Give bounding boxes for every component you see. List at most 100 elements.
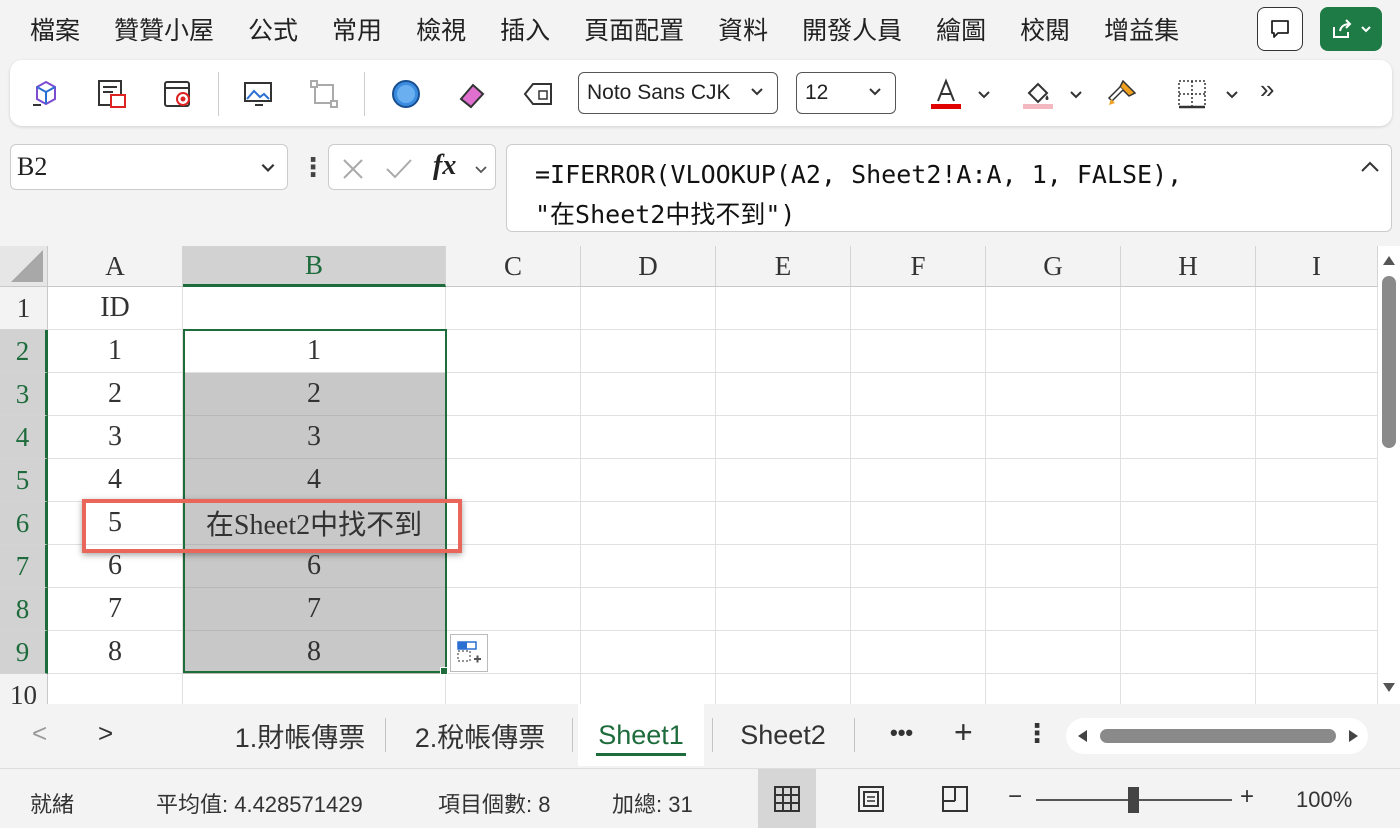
fill-handle[interactable]	[440, 667, 448, 675]
cell-a10[interactable]	[48, 674, 183, 704]
more-commands-button[interactable]: »	[1260, 74, 1274, 105]
cell-a4[interactable]: 3	[48, 416, 183, 459]
row-header-5[interactable]: 5	[0, 459, 48, 502]
cell-g6[interactable]	[986, 502, 1121, 545]
cell-h4[interactable]	[1121, 416, 1256, 459]
cell-i9[interactable]	[1256, 631, 1378, 674]
cell-d5[interactable]	[581, 459, 716, 502]
column-header-f[interactable]: F	[851, 246, 986, 287]
chevron-down-icon[interactable]	[1068, 86, 1084, 102]
cell-f4[interactable]	[851, 416, 986, 459]
cell-g10[interactable]	[986, 674, 1121, 704]
cell-g1[interactable]	[986, 287, 1121, 330]
cell-e5[interactable]	[716, 459, 851, 502]
cell-c8[interactable]	[446, 588, 581, 631]
tab-sheet1[interactable]: Sheet1	[578, 704, 704, 766]
format-painter-icon[interactable]	[1104, 76, 1140, 112]
menu-addins[interactable]: 增益集	[1087, 11, 1196, 47]
menu-draw[interactable]: 繪圖	[919, 11, 1003, 47]
column-header-h[interactable]: H	[1121, 246, 1256, 287]
zoom-out-button[interactable]: −	[1008, 783, 1022, 811]
cell-a1[interactable]: ID	[48, 287, 183, 330]
cell-b7[interactable]: 6	[183, 545, 446, 588]
cell-e6[interactable]	[716, 502, 851, 545]
cell-e9[interactable]	[716, 631, 851, 674]
cell-e8[interactable]	[716, 588, 851, 631]
cell-i10[interactable]	[1256, 674, 1378, 704]
cell-e4[interactable]	[716, 416, 851, 459]
cell-f5[interactable]	[851, 459, 986, 502]
cell-a3[interactable]: 2	[48, 373, 183, 416]
cell-b9[interactable]: 8	[183, 631, 446, 674]
scroll-right-icon[interactable]	[1348, 729, 1360, 743]
menu-home[interactable]: 常用	[315, 11, 399, 47]
formula-input[interactable]: =IFERROR(VLOOKUP(A2, Sheet2!A:A, 1, FALS…	[506, 144, 1392, 232]
cell-i7[interactable]	[1256, 545, 1378, 588]
horizontal-scroll-thumb[interactable]	[1100, 729, 1336, 743]
row-header-9[interactable]: 9	[0, 631, 48, 674]
zoom-level[interactable]: 100%	[1296, 787, 1352, 813]
cell-d3[interactable]	[581, 373, 716, 416]
cell-g2[interactable]	[986, 330, 1121, 373]
next-sheet-button[interactable]: >	[98, 718, 113, 749]
cell-a7[interactable]: 6	[48, 545, 183, 588]
cell-f1[interactable]	[851, 287, 986, 330]
cell-a2[interactable]: 1	[48, 330, 183, 373]
scroll-up-icon[interactable]	[1382, 254, 1396, 266]
cell-f6[interactable]	[851, 502, 986, 545]
cell-b5[interactable]: 4	[183, 459, 446, 502]
tab-sheet-financial[interactable]: 1.財帳傳票	[218, 704, 382, 766]
cell-g3[interactable]	[986, 373, 1121, 416]
cell-d4[interactable]	[581, 416, 716, 459]
cell-g5[interactable]	[986, 459, 1121, 502]
menu-review[interactable]: 校閱	[1003, 11, 1087, 47]
cell-h5[interactable]	[1121, 459, 1256, 502]
cancel-icon[interactable]	[341, 157, 365, 181]
more-sheets-button[interactable]: •••	[890, 720, 913, 746]
cell-d1[interactable]	[581, 287, 716, 330]
cell-d9[interactable]	[581, 631, 716, 674]
menu-view[interactable]: 檢視	[399, 11, 483, 47]
cell-f8[interactable]	[851, 588, 986, 631]
scroll-down-icon[interactable]	[1382, 682, 1396, 694]
menu-data[interactable]: 資料	[701, 11, 785, 47]
cell-c3[interactable]	[446, 373, 581, 416]
page-break-view-button[interactable]	[926, 769, 984, 828]
row-header-2[interactable]: 2	[0, 330, 48, 373]
tab-sheet2[interactable]: Sheet2	[722, 704, 844, 766]
cell-h1[interactable]	[1121, 287, 1256, 330]
cell-e2[interactable]	[716, 330, 851, 373]
cell-d2[interactable]	[581, 330, 716, 373]
chevron-down-icon[interactable]	[473, 161, 489, 177]
formula-bar-options-icon[interactable]: ⋮	[300, 152, 326, 183]
cell-c5[interactable]	[446, 459, 581, 502]
column-header-a[interactable]: A	[48, 246, 183, 287]
cell-d8[interactable]	[581, 588, 716, 631]
select-objects-icon[interactable]	[306, 76, 342, 112]
cell-b6[interactable]: 在Sheet2中找不到	[183, 502, 446, 545]
cell-h9[interactable]	[1121, 631, 1256, 674]
cell-h8[interactable]	[1121, 588, 1256, 631]
column-header-g[interactable]: G	[986, 246, 1121, 287]
page-layout-view-button[interactable]	[842, 769, 900, 828]
vertical-scrollbar[interactable]	[1378, 246, 1400, 704]
borders-icon[interactable]	[1174, 76, 1210, 112]
vertical-scroll-thumb[interactable]	[1382, 276, 1396, 448]
cell-h3[interactable]	[1121, 373, 1256, 416]
cell-a5[interactable]: 4	[48, 459, 183, 502]
chevron-down-icon[interactable]	[1224, 86, 1240, 102]
picture-icon[interactable]	[240, 76, 276, 112]
cell-c4[interactable]	[446, 416, 581, 459]
row-header-7[interactable]: 7	[0, 545, 48, 588]
share-button[interactable]	[1320, 7, 1382, 51]
column-header-c[interactable]: C	[446, 246, 581, 287]
cell-d6[interactable]	[581, 502, 716, 545]
zoom-in-button[interactable]: +	[1240, 783, 1254, 811]
cell-h2[interactable]	[1121, 330, 1256, 373]
tab-sheet-tax[interactable]: 2.稅帳傳票	[396, 704, 564, 766]
cell-i5[interactable]	[1256, 459, 1378, 502]
cell-h7[interactable]	[1121, 545, 1256, 588]
form-record-icon[interactable]	[160, 76, 196, 112]
name-box[interactable]: B2	[10, 144, 288, 190]
cell-g8[interactable]	[986, 588, 1121, 631]
